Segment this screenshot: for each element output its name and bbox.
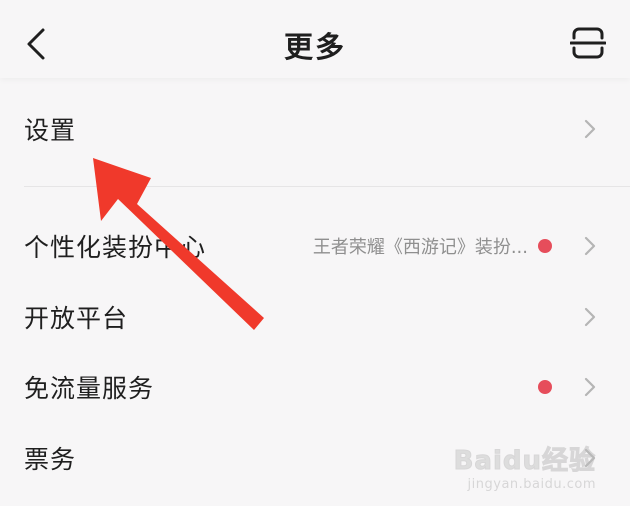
- divider: [24, 186, 630, 187]
- row-label: 开放平台: [24, 304, 129, 333]
- watermark-url: jingyan.baidu.com: [467, 477, 596, 492]
- notification-dot: [538, 380, 552, 394]
- row-label: 个性化装扮中心: [24, 233, 207, 262]
- row-subtitle: 王者荣耀《西游记》装扮...: [312, 237, 528, 258]
- scan-icon: [570, 27, 606, 59]
- watermark: Baidu经验 jingyan.baidu.com: [453, 440, 596, 493]
- header-bar: 更多: [0, 0, 630, 78]
- menu-row-free-data[interactable]: 免流量服务: [0, 352, 630, 422]
- row-label: 免流量服务: [24, 374, 155, 403]
- chevron-right-icon: [580, 234, 600, 258]
- menu-row-settings[interactable]: 设置: [0, 94, 630, 164]
- chevron-right-icon: [580, 305, 600, 329]
- notification-dot: [538, 239, 552, 253]
- row-label: 设置: [24, 116, 77, 145]
- scan-button[interactable]: [566, 21, 610, 65]
- chevron-right-icon: [580, 117, 600, 141]
- chevron-right-icon: [580, 375, 600, 399]
- page-title: 更多: [283, 30, 346, 64]
- row-label: 票务: [24, 445, 77, 474]
- menu-row-open-platform[interactable]: 开放平台: [0, 282, 630, 352]
- watermark-logo: Baidu经验: [453, 446, 596, 477]
- menu-row-personalization[interactable]: 个性化装扮中心 王者荣耀《西游记》装扮...: [0, 211, 630, 281]
